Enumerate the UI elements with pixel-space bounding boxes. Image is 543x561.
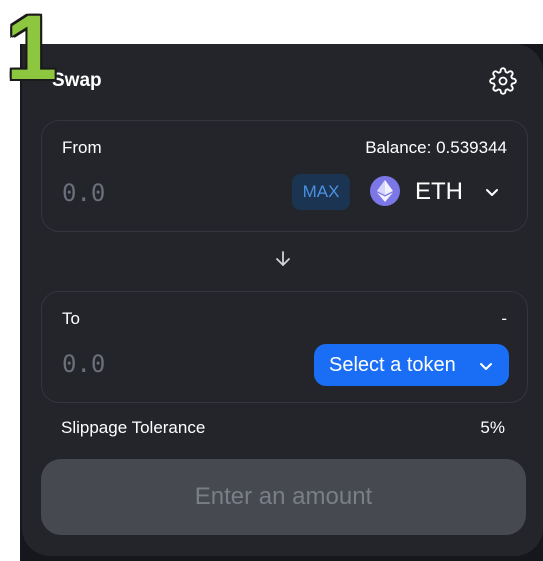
- from-panel: From Balance: 0.539344 MAX ETH: [41, 120, 528, 232]
- from-amount-input[interactable]: [62, 175, 242, 211]
- gear-icon[interactable]: [489, 67, 517, 95]
- slippage-label: Slippage Tolerance: [61, 418, 206, 437]
- slippage-row: Slippage Tolerance 5%: [61, 418, 505, 440]
- to-balance: -: [501, 309, 507, 328]
- to-panel: To - Select a token: [41, 291, 528, 403]
- swap-header: Swap: [52, 67, 517, 95]
- chevron-down-icon: [480, 363, 492, 370]
- to-label: To: [62, 309, 80, 328]
- step-number-marker: 1: [6, 0, 58, 99]
- enter-amount-button[interactable]: Enter an amount: [41, 459, 526, 535]
- to-amount-input[interactable]: [62, 346, 242, 382]
- chevron-down-icon: [486, 189, 498, 196]
- from-balance: Balance: 0.539344: [365, 138, 507, 157]
- select-token-label: Select a token: [329, 354, 456, 376]
- screenshot-stage: 1 Swap From Balance: 0.539344 MAX: [0, 0, 543, 561]
- max-button[interactable]: MAX: [292, 174, 350, 210]
- from-token-name: ETH: [415, 178, 463, 205]
- swap-title: Swap: [52, 70, 102, 91]
- from-token-select[interactable]: ETH: [367, 174, 502, 210]
- slippage-value: 5%: [480, 418, 505, 437]
- eth-icon: [370, 176, 400, 206]
- from-label: From: [62, 138, 102, 157]
- select-token-button[interactable]: Select a token: [314, 344, 509, 386]
- arrow-down-icon[interactable]: [272, 248, 294, 270]
- swap-widget: Swap From Balance: 0.539344 MAX: [22, 44, 543, 556]
